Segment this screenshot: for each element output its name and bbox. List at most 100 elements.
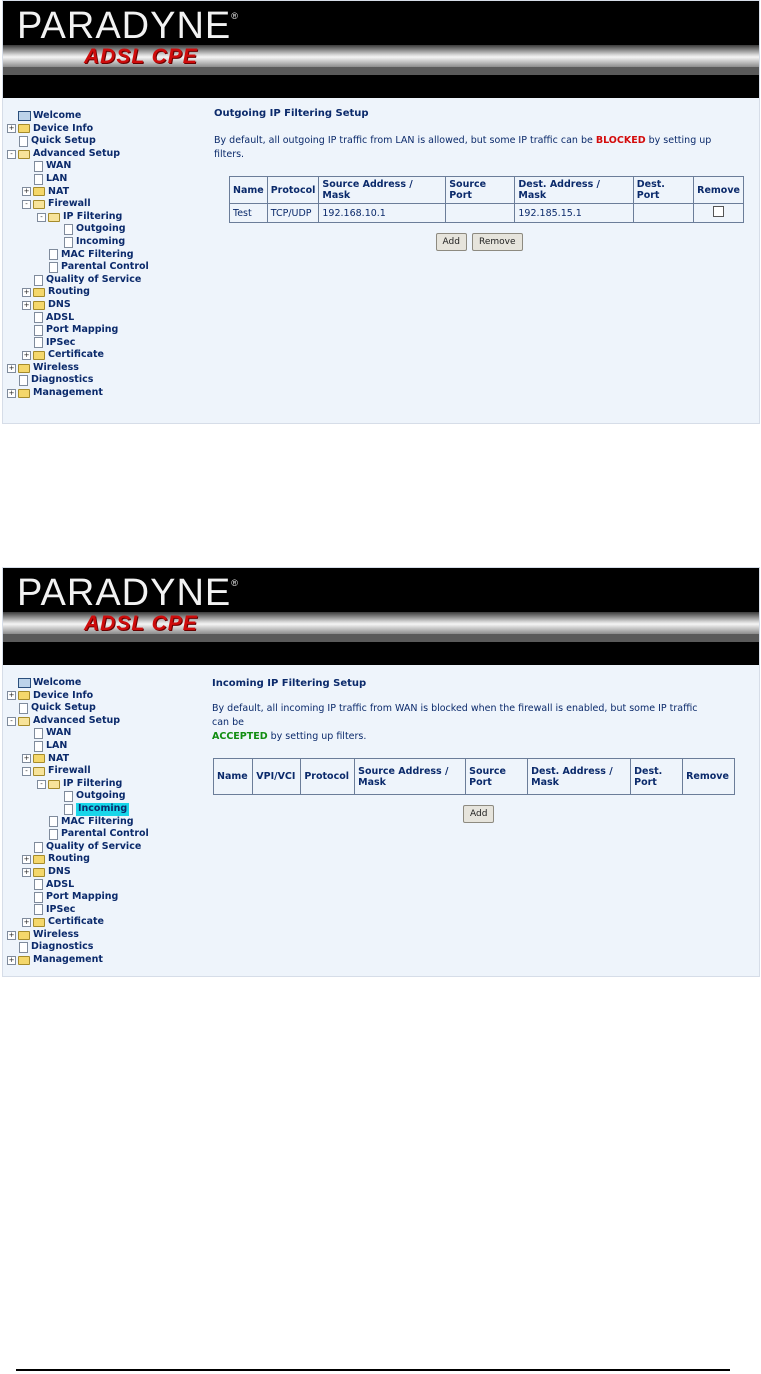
tree-item-outgoing[interactable]: Outgoing xyxy=(7,790,149,803)
tree-item-diagnostics[interactable]: Diagnostics xyxy=(7,941,149,954)
tree-item-lan[interactable]: LAN xyxy=(7,173,149,186)
page-icon xyxy=(34,274,43,286)
tree-item-certificate[interactable]: + Certificate xyxy=(7,349,149,362)
cell-source-address: 192.168.10.1 xyxy=(318,203,447,223)
tree-item-qos[interactable]: Quality of Service xyxy=(7,274,149,287)
expand-icon[interactable]: + xyxy=(7,691,16,701)
tree-item-label: NAT xyxy=(48,185,70,197)
folder-icon xyxy=(18,363,30,373)
tree-item-outgoing[interactable]: Outgoing xyxy=(7,223,149,236)
tree-item-routing[interactable]: + Routing xyxy=(7,853,149,866)
tree-item-label: IP Filtering xyxy=(63,777,123,789)
collapse-icon[interactable]: - xyxy=(22,766,31,776)
tree-item-port-mapping[interactable]: Port Mapping xyxy=(7,891,149,904)
expand-icon[interactable]: + xyxy=(22,187,31,197)
folder-icon xyxy=(33,351,45,361)
expand-icon[interactable]: + xyxy=(7,363,16,373)
page-icon xyxy=(34,879,43,891)
add-button[interactable]: Add xyxy=(435,233,467,251)
tree-item-quick-setup[interactable]: Quick Setup xyxy=(7,135,149,148)
collapse-icon[interactable]: - xyxy=(7,149,16,159)
tree-item-label: LAN xyxy=(46,172,68,184)
expand-icon[interactable]: + xyxy=(22,300,31,310)
expand-icon[interactable]: + xyxy=(22,855,31,865)
tree-item-welcome[interactable]: Welcome xyxy=(7,110,149,123)
tree-item-device-info[interactable]: + Device Info xyxy=(7,123,149,136)
tree-item-wireless[interactable]: + Wireless xyxy=(7,929,149,942)
expand-icon[interactable]: + xyxy=(7,930,16,940)
tree-item-device-info[interactable]: + Device Info xyxy=(7,690,149,703)
add-button[interactable]: Add xyxy=(463,805,495,823)
tree-item-adsl[interactable]: ADSL xyxy=(7,312,149,325)
folder-icon xyxy=(33,754,45,764)
tree-item-wan[interactable]: WAN xyxy=(7,160,149,173)
tree-item-nat[interactable]: + NAT xyxy=(7,753,149,766)
tree-item-lan[interactable]: LAN xyxy=(7,740,149,753)
tree-item-mac-filtering[interactable]: MAC Filtering xyxy=(7,249,149,262)
tree-item-welcome[interactable]: Welcome xyxy=(7,677,149,690)
remove-checkbox[interactable] xyxy=(713,206,725,217)
folder-open-icon xyxy=(18,149,30,159)
expand-icon[interactable]: + xyxy=(22,754,31,764)
table-header-row: Name Protocol Source Address / Mask Sour… xyxy=(229,176,744,204)
tree-item-wireless[interactable]: + Wireless xyxy=(7,362,149,375)
tree-item-quick-setup[interactable]: Quick Setup xyxy=(7,702,149,715)
tree-item-nat[interactable]: + NAT xyxy=(7,186,149,199)
expand-icon[interactable]: + xyxy=(7,124,16,134)
tree-item-label: Parental Control xyxy=(61,261,149,273)
tree-item-firewall[interactable]: - Firewall xyxy=(7,765,149,778)
tree-item-ip-filtering[interactable]: - IP Filtering xyxy=(7,211,149,224)
tree-item-dns[interactable]: + DNS xyxy=(7,866,149,879)
collapse-icon[interactable]: - xyxy=(7,716,16,726)
tree-item-label: Diagnostics xyxy=(31,941,94,953)
remove-button[interactable]: Remove xyxy=(471,233,523,251)
tree-item-label: Device Info xyxy=(33,689,94,701)
tree-item-routing[interactable]: + Routing xyxy=(7,286,149,299)
page-icon xyxy=(34,904,43,916)
folder-icon xyxy=(33,288,45,298)
tree-item-label: Routing xyxy=(48,286,90,298)
collapse-icon[interactable]: - xyxy=(37,779,46,789)
tree-item-wan[interactable]: WAN xyxy=(7,727,149,740)
tree-item-qos[interactable]: Quality of Service xyxy=(7,841,149,854)
tree-item-diagnostics[interactable]: Diagnostics xyxy=(7,374,149,387)
tree-item-certificate[interactable]: + Certificate xyxy=(7,916,149,929)
tree-item-label: Device Info xyxy=(33,122,94,134)
computer-icon xyxy=(18,111,31,122)
tree-item-management[interactable]: + Management xyxy=(7,954,149,967)
collapse-icon[interactable]: - xyxy=(22,199,31,209)
tree-item-parental-control[interactable]: Parental Control xyxy=(7,828,149,841)
cell-name: Test xyxy=(229,203,268,223)
expand-icon[interactable]: + xyxy=(22,918,31,928)
tree-item-incoming[interactable]: Incoming xyxy=(7,236,149,249)
desc-text-end: by setting up filters. xyxy=(267,731,367,742)
tree-item-ipsec[interactable]: IPSec xyxy=(7,904,149,917)
filter-table: Name VPI/VCI Protocol Source Address / M… xyxy=(212,758,735,795)
cell-remove xyxy=(693,203,744,223)
expand-icon[interactable]: + xyxy=(22,288,31,298)
tree-item-advanced-setup[interactable]: - Advanced Setup xyxy=(7,715,149,728)
tree-item-ip-filtering[interactable]: - IP Filtering xyxy=(7,778,149,791)
tree-item-adsl[interactable]: ADSL xyxy=(7,879,149,892)
tree-item-advanced-setup[interactable]: - Advanced Setup xyxy=(7,148,149,161)
page-icon xyxy=(19,702,28,714)
tree-item-port-mapping[interactable]: Port Mapping xyxy=(7,324,149,337)
page-title: Incoming IP Filtering Setup xyxy=(212,678,367,689)
expand-icon[interactable]: + xyxy=(7,955,16,965)
expand-icon[interactable]: + xyxy=(22,351,31,361)
col-header: Source Port xyxy=(465,758,529,795)
tree-item-incoming[interactable]: Incoming xyxy=(7,802,149,816)
tree-item-firewall[interactable]: - Firewall xyxy=(7,198,149,211)
expand-icon[interactable]: + xyxy=(7,388,16,398)
collapse-icon[interactable]: - xyxy=(37,212,46,222)
button-row: Add xyxy=(212,805,742,823)
tree-item-parental-control[interactable]: Parental Control xyxy=(7,261,149,274)
tree-item-label: DNS xyxy=(48,298,71,310)
tree-item-mac-filtering[interactable]: MAC Filtering xyxy=(7,816,149,829)
tree-item-management[interactable]: + Management xyxy=(7,387,149,400)
tree-item-ipsec[interactable]: IPSec xyxy=(7,337,149,350)
tree-item-dns[interactable]: + DNS xyxy=(7,299,149,312)
expand-icon[interactable]: + xyxy=(22,867,31,877)
tree-item-label: Routing xyxy=(48,853,90,865)
page-description: By default, all outgoing IP traffic from… xyxy=(214,134,744,162)
